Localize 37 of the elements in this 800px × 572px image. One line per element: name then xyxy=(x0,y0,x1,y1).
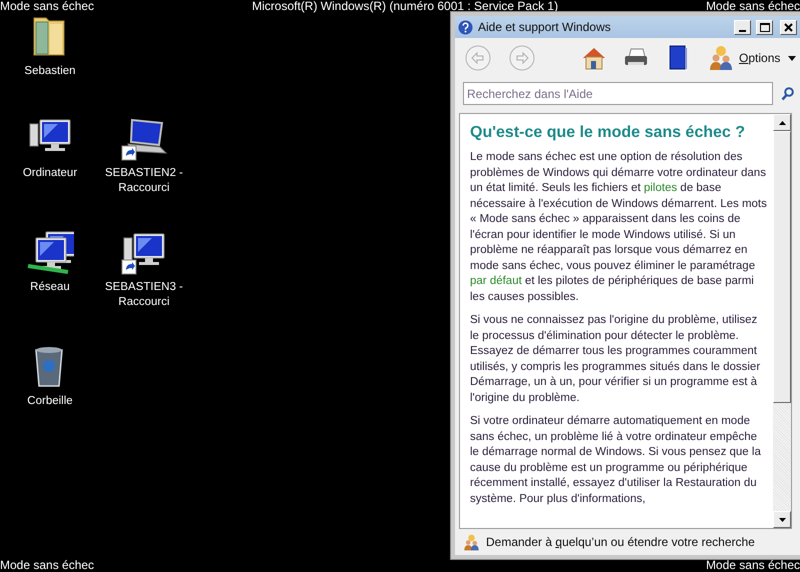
desktop-icon-label[interactable]: Sebastien xyxy=(2,64,98,79)
search-field[interactable]: Recherchez dans l'Aide xyxy=(463,82,773,105)
ask-someone-link[interactable]: Demander à quelqu’un ou étendre votre recherche xyxy=(455,529,800,555)
options-menu[interactable]: Options xyxy=(735,51,800,65)
article-paragraph: Si votre ordinateur démarre automatiquement en mode sans échec, un problème lié à votre ordinateur empêche le démarrage normal de Windows. Si vous pensez que la cause du problème est un programme ou périphérique récemment installé, essayez d'utiliser la Restauration du système. Pour plus d'informations, xyxy=(470,414,762,506)
people-button[interactable] xyxy=(707,43,735,73)
up-arrow-icon xyxy=(778,120,786,124)
people-icon xyxy=(463,534,480,550)
safe-mode-label: Mode sans échec xyxy=(0,0,94,13)
safe-mode-label: Mode sans échec xyxy=(0,559,94,572)
minimize-icon xyxy=(739,30,746,32)
minimize-button[interactable] xyxy=(734,20,751,34)
scrollbar[interactable] xyxy=(773,114,791,528)
maximize-icon xyxy=(760,22,770,32)
desktop-icon-label[interactable]: SEBASTIEN2 - Raccourci xyxy=(96,166,192,196)
desktop-icon-label[interactable]: Réseau xyxy=(2,280,98,295)
scroll-up-button[interactable] xyxy=(773,114,791,131)
scroll-down-button[interactable] xyxy=(773,511,791,528)
desktop-icon-label[interactable]: Corbeille xyxy=(2,394,98,409)
glossary-link[interactable]: pilotes xyxy=(644,182,678,194)
close-icon xyxy=(784,22,793,32)
caret-icon xyxy=(788,56,796,60)
help-icon xyxy=(458,20,473,34)
window-title: Aide et support Windows xyxy=(478,20,612,34)
safe-mode-label: Mode sans échec xyxy=(706,559,800,572)
article-paragraph: Le mode sans échec est une option de résolution des problèmes de Windows qui démarre votre ordinateur dans un état limité. Seuls les fichiers et pilotes de base nécessaire à l'exécution de Windows démarrent. Les mots « Mode sans échec » apparaissent dans les coins de l'écran pour identifier le mode Windows utilisé. Si un problème ne réapparaît pas lorsque vous démarrez en mode sans échec, vous pouvez éliminer le paramétrage par défaut et les pilotes de périphériques de base parmi les causes possibles. xyxy=(470,150,768,304)
down-arrow-icon xyxy=(778,518,786,522)
maximize-button[interactable] xyxy=(756,20,773,34)
desktop-icon-label[interactable]: Ordinateur xyxy=(2,166,98,181)
desktop-icon-label[interactable]: SEBASTIEN3 - Raccourci xyxy=(96,280,192,310)
close-button[interactable] xyxy=(780,20,797,34)
glossary-link[interactable]: par défaut xyxy=(470,275,522,287)
article-heading: Qu'est-ce que le mode sans échec ? xyxy=(470,124,746,142)
safe-mode-label: Mode sans échec xyxy=(706,0,800,13)
search-icon[interactable] xyxy=(781,86,794,100)
article-paragraph: Si vous ne connaissez pas l'origine du problème, utilisez le processus d'élimination pour détecter le problème. Essayez de démarrer tous les programmes couramment utilisés, y compris les programmes situés dans le dossier Démarrage, un à un, pour vérifier si un programme est à l'origine du problème. xyxy=(470,313,762,406)
scroll-thumb[interactable] xyxy=(773,131,791,403)
